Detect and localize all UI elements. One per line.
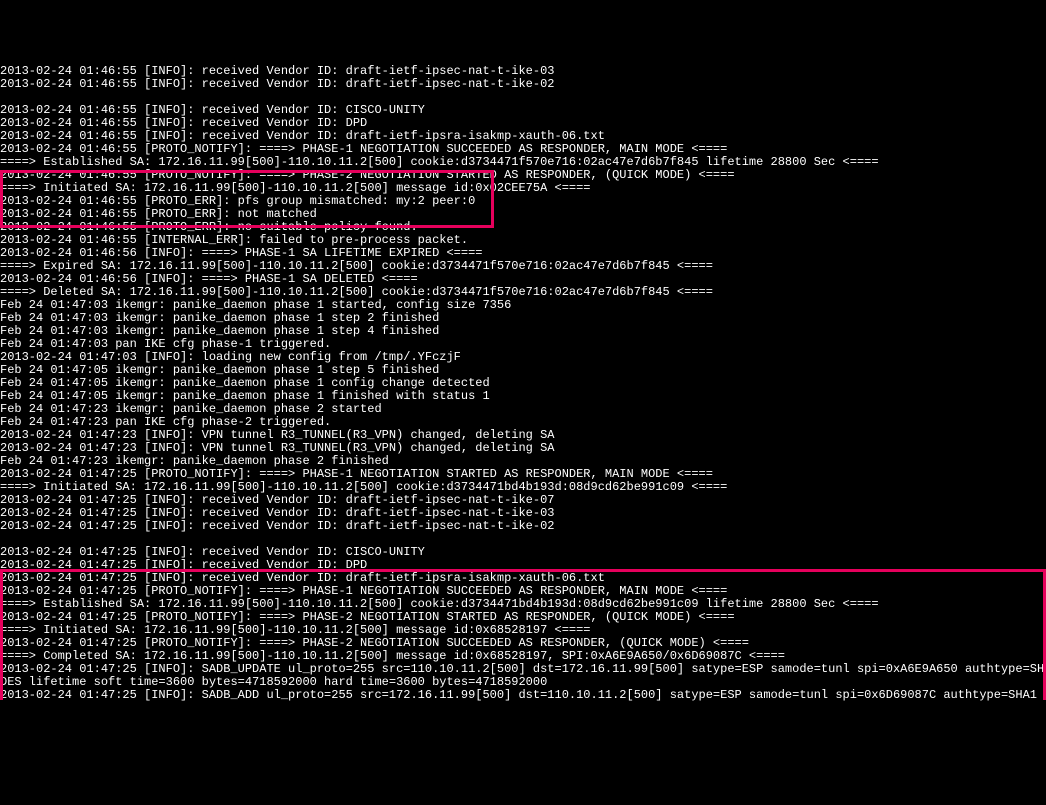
log-line: 2013-02-24 01:47:25 [INFO]: SADB_ADD ul_… bbox=[0, 689, 1046, 702]
log-line: 2013-02-24 01:47:25 [INFO]: received Ven… bbox=[0, 507, 1046, 520]
log-line: 2013-02-24 01:46:55 [INFO]: received Ven… bbox=[0, 130, 1046, 143]
log-line: ====> Established SA: 172.16.11.99[500]-… bbox=[0, 598, 1046, 611]
log-line: 2013-02-24 01:47:25 [INFO]: received Ven… bbox=[0, 559, 1046, 572]
log-line: ====> Established SA: 172.16.11.99[500]-… bbox=[0, 156, 1046, 169]
log-line: Feb 24 01:47:23 ikemgr: panike_daemon ph… bbox=[0, 455, 1046, 468]
log-lines: 2013-02-24 01:46:55 [INFO]: received Ven… bbox=[0, 65, 1046, 702]
log-line: Feb 24 01:47:03 ikemgr: panike_daemon ph… bbox=[0, 299, 1046, 312]
log-line: 2013-02-24 01:46:55 [PROTO_NOTIFY]: ====… bbox=[0, 169, 1046, 182]
log-line: 2013-02-24 01:46:55 [PROTO_ERR]: pfs gro… bbox=[0, 195, 1046, 208]
log-line: 2013-02-24 01:47:25 [PROTO_NOTIFY]: ====… bbox=[0, 585, 1046, 598]
log-line: ====> Initiated SA: 172.16.11.99[500]-11… bbox=[0, 182, 1046, 195]
log-line bbox=[0, 91, 1046, 104]
log-line: DES lifetime soft time=3600 bytes=471859… bbox=[0, 676, 1046, 689]
log-line: 2013-02-24 01:46:55 [PROTO_NOTIFY]: ====… bbox=[0, 143, 1046, 156]
log-line: 2013-02-24 01:47:25 [INFO]: received Ven… bbox=[0, 520, 1046, 533]
log-line: Feb 24 01:47:23 pan IKE cfg phase-2 trig… bbox=[0, 416, 1046, 429]
log-line: 2013-02-24 01:47:25 [INFO]: SADB_UPDATE … bbox=[0, 663, 1046, 676]
log-line: Feb 24 01:47:23 ikemgr: panike_daemon ph… bbox=[0, 403, 1046, 416]
log-line: 2013-02-24 01:47:23 [INFO]: VPN tunnel R… bbox=[0, 429, 1046, 442]
log-line: 2013-02-24 01:46:55 [INFO]: received Ven… bbox=[0, 65, 1046, 78]
log-line: ====> Initiated SA: 172.16.11.99[500]-11… bbox=[0, 624, 1046, 637]
log-line: 2013-02-24 01:47:23 [INFO]: VPN tunnel R… bbox=[0, 442, 1046, 455]
log-line: 2013-02-24 01:47:25 [INFO]: received Ven… bbox=[0, 546, 1046, 559]
log-line: 2013-02-24 01:46:55 [INFO]: received Ven… bbox=[0, 78, 1046, 91]
log-line: 2013-02-24 01:46:56 [INFO]: ====> PHASE-… bbox=[0, 247, 1046, 260]
log-line: Feb 24 01:47:03 ikemgr: panike_daemon ph… bbox=[0, 312, 1046, 325]
log-line: ====> Initiated SA: 172.16.11.99[500]-11… bbox=[0, 481, 1046, 494]
log-line: 2013-02-24 01:46:56 [INFO]: ====> PHASE-… bbox=[0, 273, 1046, 286]
log-line: 2013-02-24 01:47:03 [INFO]: loading new … bbox=[0, 351, 1046, 364]
log-line: Feb 24 01:47:05 ikemgr: panike_daemon ph… bbox=[0, 377, 1046, 390]
log-line: 2013-02-24 01:46:55 [INFO]: received Ven… bbox=[0, 104, 1046, 117]
terminal-output: 2013-02-24 01:46:55 [INFO]: received Ven… bbox=[0, 39, 1046, 741]
log-line: ====> Deleted SA: 172.16.11.99[500]-110.… bbox=[0, 286, 1046, 299]
log-line: 2013-02-24 01:47:25 [INFO]: received Ven… bbox=[0, 572, 1046, 585]
log-line: 2013-02-24 01:46:55 [INTERNAL_ERR]: fail… bbox=[0, 234, 1046, 247]
log-line: 2013-02-24 01:47:25 [INFO]: received Ven… bbox=[0, 494, 1046, 507]
log-line: Feb 24 01:47:03 pan IKE cfg phase-1 trig… bbox=[0, 338, 1046, 351]
log-line: 2013-02-24 01:46:55 [INFO]: received Ven… bbox=[0, 117, 1046, 130]
log-line: 2013-02-24 01:46:55 [PROTO_ERR]: not mat… bbox=[0, 208, 1046, 221]
log-line bbox=[0, 533, 1046, 546]
log-line: 2013-02-24 01:46:55 [PROTO_ERR]: no suit… bbox=[0, 221, 1046, 234]
log-line: Feb 24 01:47:03 ikemgr: panike_daemon ph… bbox=[0, 325, 1046, 338]
log-line: 2013-02-24 01:47:25 [PROTO_NOTIFY]: ====… bbox=[0, 611, 1046, 624]
log-line: Feb 24 01:47:05 ikemgr: panike_daemon ph… bbox=[0, 390, 1046, 403]
log-line: Feb 24 01:47:05 ikemgr: panike_daemon ph… bbox=[0, 364, 1046, 377]
log-line: 2013-02-24 01:47:25 [PROTO_NOTIFY]: ====… bbox=[0, 637, 1046, 650]
log-line: ====> Expired SA: 172.16.11.99[500]-110.… bbox=[0, 260, 1046, 273]
log-line: 2013-02-24 01:47:25 [PROTO_NOTIFY]: ====… bbox=[0, 468, 1046, 481]
